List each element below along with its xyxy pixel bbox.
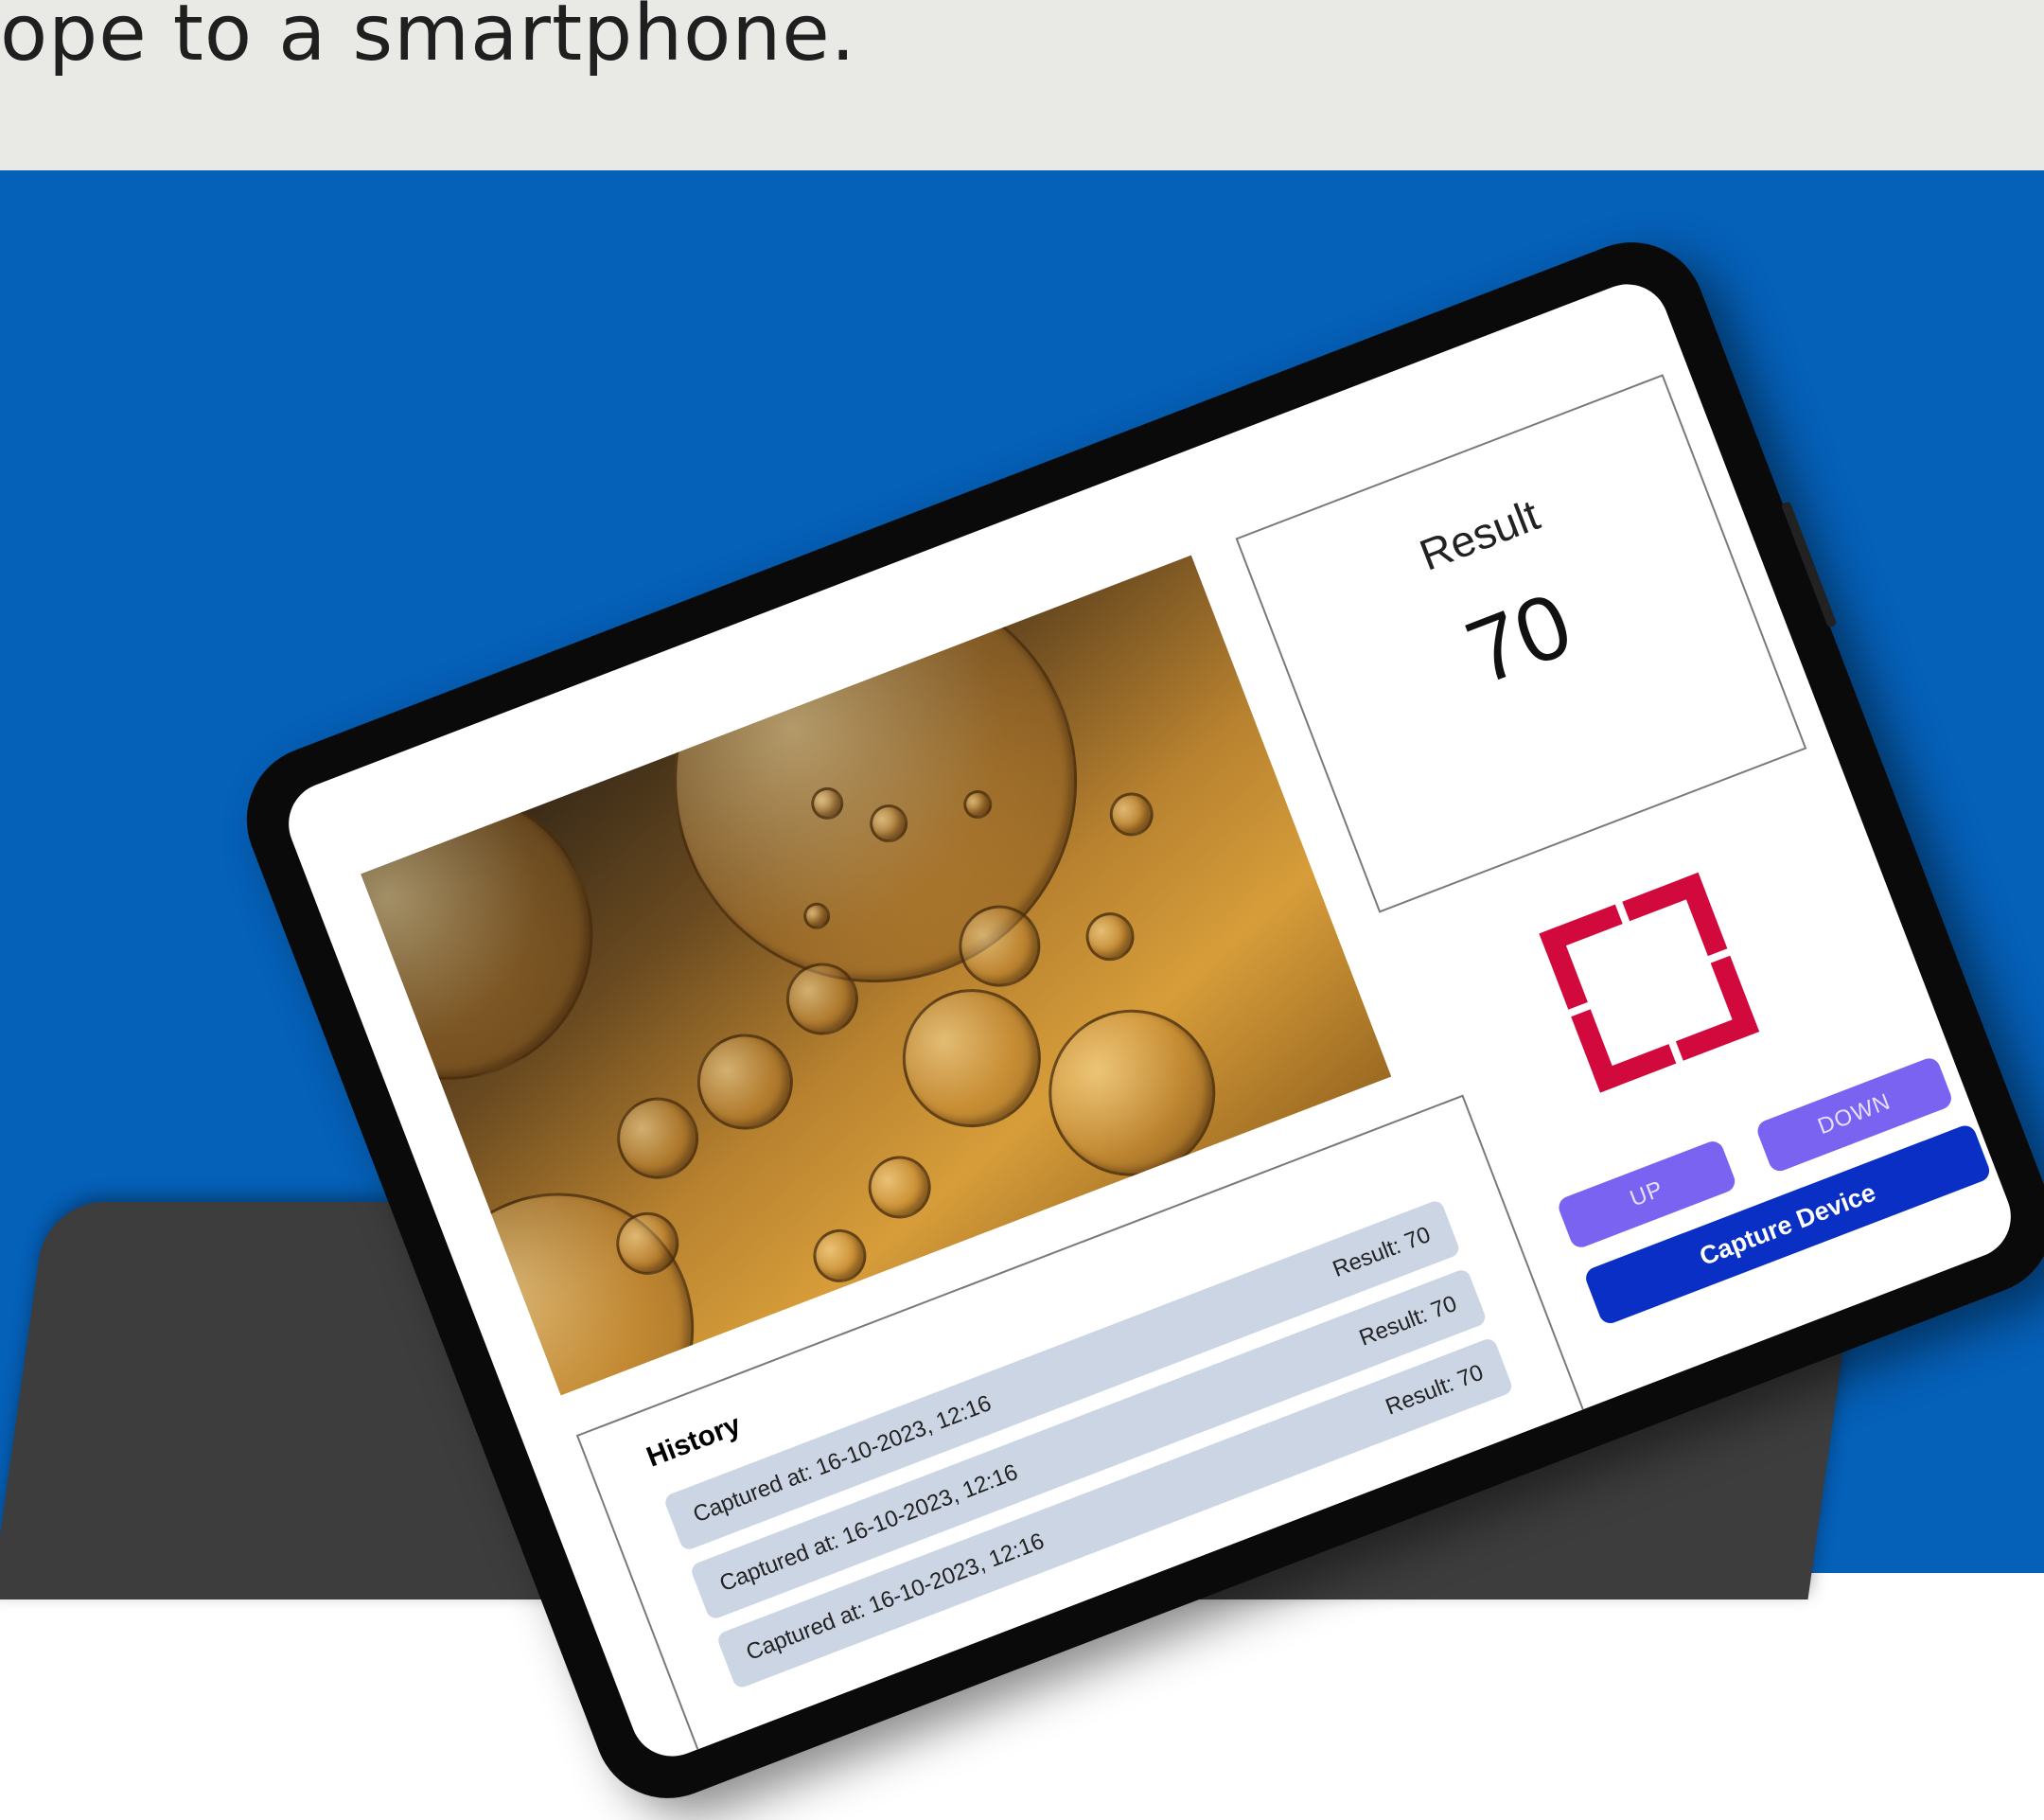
result-card: Result 70 xyxy=(1235,374,1807,913)
capture-frame-icon[interactable] xyxy=(1515,848,1784,1117)
history-result: Result: 70 xyxy=(1329,1221,1435,1282)
history-result: Result: 70 xyxy=(1355,1290,1461,1352)
top-band: ope to a smartphone. xyxy=(0,0,2044,170)
result-value: 70 xyxy=(1454,573,1585,704)
history-result: Result: 70 xyxy=(1382,1359,1488,1421)
history-title: History xyxy=(642,1408,746,1474)
page-headline: ope to a smartphone. xyxy=(0,0,856,79)
